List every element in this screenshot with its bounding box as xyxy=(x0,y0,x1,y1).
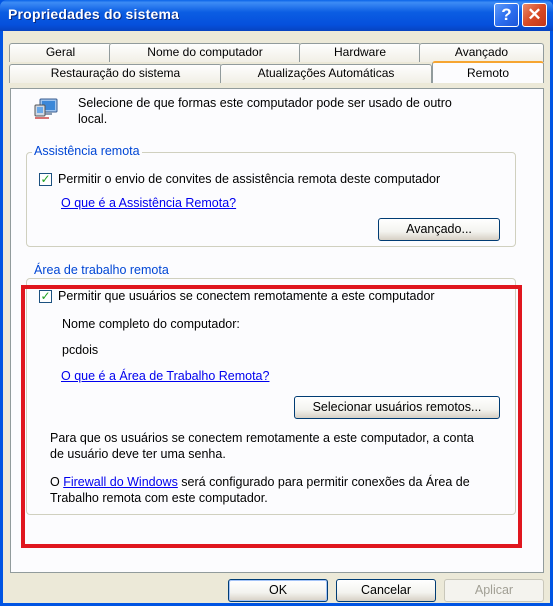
question-icon: ? xyxy=(501,5,512,24)
tab-hardware[interactable]: Hardware xyxy=(299,43,421,62)
cancel-button[interactable]: Cancelar xyxy=(336,579,436,602)
ok-button[interactable]: OK xyxy=(228,579,328,602)
close-button[interactable]: ✕ xyxy=(522,3,547,27)
remote-assistance-checkbox[interactable]: ✓ xyxy=(39,173,52,186)
tab-nome-do-computador[interactable]: Nome do computador xyxy=(109,43,301,62)
tab-restauracao-do-sistema[interactable]: Restauração do sistema xyxy=(9,64,222,83)
window-title: Propriedades do sistema xyxy=(8,6,180,22)
advanced-button[interactable]: Avançado... xyxy=(378,218,500,241)
title-bar[interactable]: Propriedades do sistema ? ✕ xyxy=(0,0,553,31)
remote-assistance-legend: Assistência remota xyxy=(32,144,142,158)
red-highlight-box xyxy=(21,285,522,548)
remote-assistance-checkbox-label[interactable]: Permitir o envio de convites de assistên… xyxy=(58,172,440,186)
dialog-client-area: Geral Nome do computador Hardware Avança… xyxy=(3,31,550,603)
tab-remoto[interactable]: Remoto xyxy=(432,61,544,83)
remote-assistance-help-link[interactable]: O que é a Assistência Remota? xyxy=(61,196,236,210)
intro-text-line1: Selecione de que formas este computador … xyxy=(78,96,452,110)
help-button[interactable]: ? xyxy=(494,3,519,27)
remote-computer-icon xyxy=(34,98,58,119)
close-icon: ✕ xyxy=(527,5,542,24)
check-icon: ✓ xyxy=(40,172,51,186)
tab-geral[interactable]: Geral xyxy=(9,43,112,62)
remote-desktop-legend: Área de trabalho remota xyxy=(32,263,171,277)
intro-text-line2: local. xyxy=(78,112,108,126)
system-properties-window: Propriedades do sistema ? ✕ Geral Nome d… xyxy=(0,0,553,606)
apply-button[interactable]: Aplicar xyxy=(444,579,544,602)
tab-atualizacoes-automaticas[interactable]: Atualizações Automáticas xyxy=(220,64,432,83)
tab-avancado[interactable]: Avançado xyxy=(419,43,544,62)
